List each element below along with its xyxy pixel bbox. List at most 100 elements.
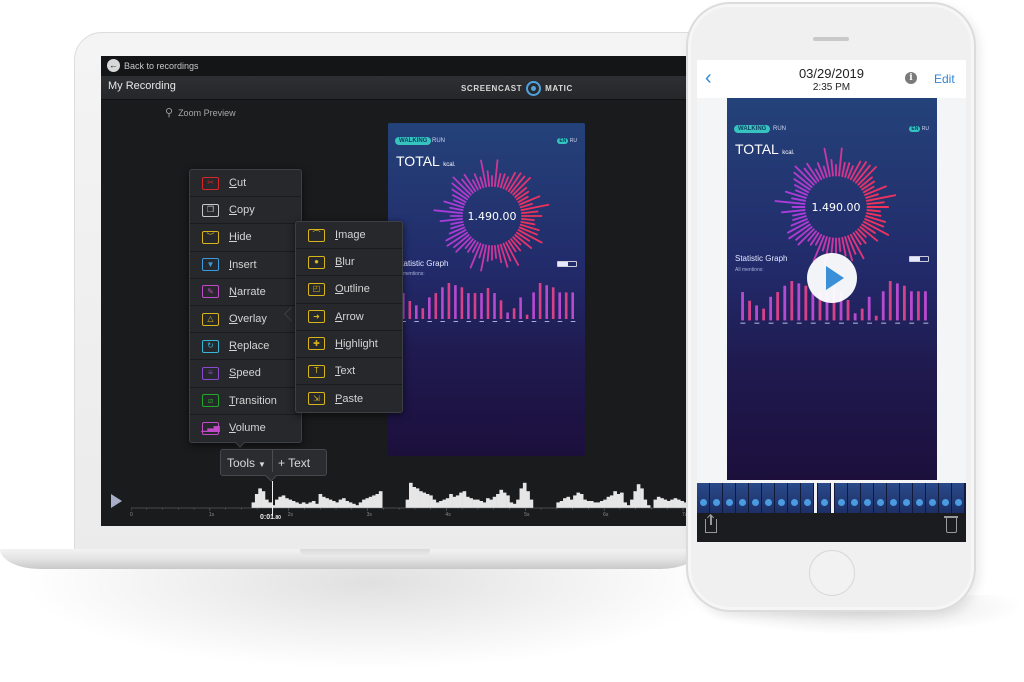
menu-item-transition[interactable]: ⧄ Transition (190, 388, 301, 415)
waveform-bar (311, 501, 316, 508)
back-to-recordings-link[interactable]: ← Back to recordings (107, 59, 199, 72)
submenu-item-outline[interactable]: ◰ Outline (296, 276, 402, 304)
graph-x-label (427, 321, 432, 322)
menu-item-label: Copy (229, 204, 255, 217)
trash-icon[interactable] (944, 516, 958, 533)
info-icon[interactable]: i (905, 72, 917, 84)
submenu-item-highlight[interactable]: ✚ Highlight (296, 331, 402, 358)
graph-bar (797, 283, 801, 321)
menu-item-volume[interactable]: ▁▃▅ Volume (190, 415, 301, 442)
add-text-button[interactable]: + Text (273, 456, 310, 470)
waveform-bar (472, 499, 477, 508)
menu-item-insert[interactable]: ▼ Insert (190, 252, 301, 279)
waveform-bar (559, 501, 564, 508)
transition-icon: ⧄ (202, 394, 219, 408)
share-icon[interactable] (705, 515, 717, 533)
graph-toggle (557, 261, 577, 267)
playhead[interactable] (272, 481, 273, 516)
phone-video[interactable]: WALKING RUN EN RU TOTAL kcal. 1.490.00 S… (727, 98, 937, 480)
blur-icon: ● (308, 255, 325, 269)
waveform-bar (298, 503, 303, 508)
waveform-bar (660, 498, 664, 508)
waveform-bar (599, 501, 604, 508)
menu-item-hide[interactable]: ︶ Hide (190, 224, 301, 252)
microphone-icon: ✎ (202, 285, 219, 299)
paste-icon: ⇲ (308, 392, 325, 406)
waveform-bar (281, 495, 286, 508)
graph-bar (776, 292, 780, 321)
graph-bar (486, 288, 490, 319)
video-preview[interactable]: WALKING RUN EN RU TOTAL kcal. 1.490.00 S… (388, 123, 585, 456)
menu-item-narrate[interactable]: ✎ Narrate (190, 279, 301, 306)
recording-date: 03/29/2019 (798, 66, 865, 81)
replace-icon: ↻ (202, 339, 219, 353)
waveform-bar (422, 492, 427, 508)
edit-button[interactable]: Edit (934, 72, 955, 86)
submenu-item-blur[interactable]: ● Blur (296, 249, 402, 277)
graph-bar (480, 293, 483, 319)
menu-item-overlay[interactable]: △ Overlay (190, 306, 301, 334)
video-frame-thumbnail (710, 483, 723, 513)
tick-label: 6s (603, 512, 609, 518)
waveform-bar (556, 502, 561, 508)
video-frame-thumbnail (900, 483, 913, 513)
graph-bar (545, 285, 548, 319)
graph-x-label (492, 321, 498, 322)
back-link-label: Back to recordings (124, 60, 199, 71)
home-button[interactable] (809, 550, 855, 596)
graph-bar (571, 292, 574, 319)
menu-item-speed[interactable]: ≡ Speed (190, 360, 301, 388)
waveform-bar (328, 499, 333, 508)
recording-title[interactable]: My Recording (108, 80, 176, 92)
menu-item-label: Highlight (335, 337, 378, 350)
waveform-bar (529, 499, 534, 508)
waveform-bar (405, 499, 410, 508)
waveform-bar (345, 501, 350, 508)
menu-item-copy[interactable]: ❐ Copy (190, 197, 301, 225)
graph-bar (846, 299, 850, 321)
graph-bar (917, 291, 920, 321)
menu-item-replace[interactable]: ↻ Replace (190, 333, 301, 361)
video-frame-thumbnail (723, 483, 736, 513)
video-frame-thumbnail (801, 483, 814, 513)
tick-label: 4s (445, 512, 451, 518)
waveform-bar (449, 494, 453, 508)
graph-bar (874, 315, 878, 321)
video-frame-thumbnail (939, 483, 952, 513)
graph-x-label (838, 322, 844, 324)
menu-item-label: Paste (335, 392, 364, 405)
speed-icon: ≡ (202, 366, 219, 380)
graph-x-label (867, 322, 872, 324)
submenu-item-image[interactable]: ⌒ Image (296, 222, 402, 250)
play-icon[interactable] (111, 494, 122, 508)
waveform-bar (666, 501, 671, 508)
video-frame-thumbnail (952, 483, 965, 513)
waveform-bar (609, 495, 614, 508)
submenu-item-paste[interactable]: ⇲ Paste (296, 385, 402, 412)
graph-bar (867, 296, 871, 321)
brand-logo: SCREENCAST MATIC (461, 81, 573, 96)
graph-bar (860, 308, 864, 321)
submenu-item-arrow[interactable]: ➜ Arrow (296, 304, 402, 331)
graph-bar (415, 305, 418, 319)
waveform-bar (362, 499, 366, 508)
waveform-bar (653, 499, 658, 508)
insert-icon: ▼ (202, 258, 219, 272)
submenu-item-text[interactable]: T Text (296, 358, 402, 386)
menu-item-label: Cut (229, 177, 247, 190)
video-frame-thumbnail (926, 483, 939, 513)
waveform-bar (435, 502, 440, 508)
menu-item-cut[interactable]: ✂ Cut (190, 170, 301, 198)
graph-bar (551, 287, 555, 319)
graph-x-label (505, 321, 511, 322)
play-button[interactable] (807, 253, 857, 303)
waveform-bar (640, 488, 644, 508)
timeline-track[interactable] (130, 474, 688, 514)
zoom-preview-button[interactable]: ⚲ Zoom Preview (165, 106, 236, 119)
waveform-bar (636, 484, 641, 508)
graph-bar (888, 281, 892, 321)
tools-dropdown-button[interactable]: Tools ▼ (221, 450, 273, 475)
waveform-bar (563, 498, 567, 508)
hide-eye-icon: ︶ (202, 230, 219, 244)
frame-strip[interactable] (697, 483, 966, 513)
